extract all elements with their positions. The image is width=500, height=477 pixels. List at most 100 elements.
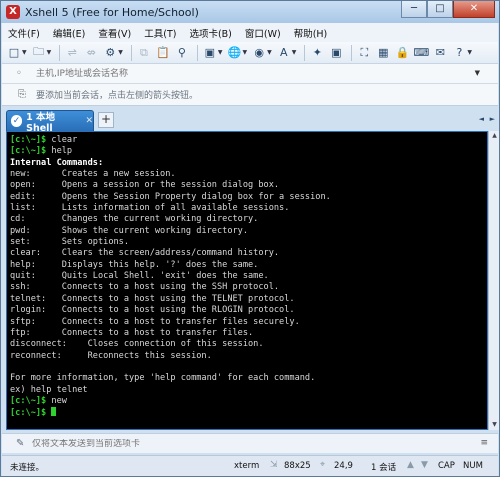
color-scheme-icon[interactable]: ◉	[251, 45, 267, 61]
help-command-list: new: Creates a new session. open: Opens a…	[10, 169, 487, 362]
toolbar: □ ▼ 🗀 ▼ ⇌ ⇎ ⚙ ▼ ⧉ 📋 ⚲ ▣ ▼ 🌐 ▼ ◉ ▼ A ▼ ✦ ▣ ⛶ ▦ 🔒…	[2, 42, 498, 64]
help-example: ex) help telnet	[10, 384, 88, 395]
xshell-window: X Xshell 5 (Free for Home/School) ─ □ ✕ …	[0, 0, 500, 477]
help-row-command: quit:	[10, 271, 62, 282]
help-row-description: Connects to a host using the SSH protoco…	[61, 282, 280, 293]
tab-bar: ✓ 1 本地Shell ✕ + ◄ ►	[2, 107, 498, 134]
disconnect-icon[interactable]: ⇎	[83, 45, 99, 61]
open-dropdown-icon[interactable]: ▼	[47, 49, 52, 56]
tunneling-icon[interactable]: ▣	[328, 45, 344, 61]
terminal-current-prompt: [c:\~]$	[10, 407, 487, 418]
minimize-button[interactable]: ─	[401, 1, 427, 18]
menu-window[interactable]: 窗口(W)	[245, 26, 281, 40]
help-row-description: Shows the current working directory.	[61, 225, 249, 236]
help-row-command: pwd:	[10, 225, 62, 236]
host-address-input[interactable]	[36, 65, 476, 82]
toolbar-divider	[196, 44, 198, 61]
menu-help[interactable]: 帮助(H)	[294, 26, 328, 40]
close-button[interactable]: ✕	[453, 1, 495, 18]
cursor-position-icon: ⌖	[320, 460, 326, 470]
menu-bar: 文件(F) 编辑(E) 查看(V) 工具(T) 选项卡(B) 窗口(W) 帮助(…	[2, 23, 498, 42]
session-bar-icon[interactable]: ⎘	[18, 89, 32, 100]
toolbar-divider	[304, 44, 306, 61]
terminal-scrollbar[interactable]: ▲ ▼	[488, 131, 499, 430]
globe-icon[interactable]: 🌐	[227, 45, 243, 61]
menu-tab[interactable]: 选项卡(B)	[189, 26, 231, 40]
compose-menu-icon[interactable]: ≡	[480, 438, 488, 448]
scroll-up-icon[interactable]: ▲	[490, 131, 499, 141]
help-row-description: Opens the Session Property dialog box fo…	[61, 191, 331, 202]
session-count: 1 会话	[371, 463, 397, 473]
lock-icon[interactable]: 🔒	[394, 45, 410, 61]
font-icon[interactable]: A	[276, 45, 292, 61]
find-icon[interactable]: ⚲	[174, 45, 190, 61]
help-row-command: rlogin:	[10, 305, 62, 316]
help-row-command: reconnect:	[10, 350, 88, 361]
help-row-description: Reconnects this session.	[87, 350, 212, 361]
tab-close-icon[interactable]: ✕	[85, 116, 93, 126]
address-bar: ◦ ▼	[2, 64, 498, 84]
tab-status-icon: ✓	[11, 115, 23, 127]
help-row-description: Connects to a host to transfer files sec…	[61, 316, 300, 327]
copy-icon[interactable]: ⧉	[136, 45, 152, 61]
tab-prev-icon[interactable]: ◄	[479, 115, 484, 123]
help-row: set: Sets options.	[10, 237, 487, 248]
tab-local-shell[interactable]: ✓ 1 本地Shell ✕	[6, 110, 94, 134]
menu-file[interactable]: 文件(F)	[8, 26, 40, 40]
help-row: open: Opens a session or the session dia…	[10, 180, 487, 191]
help-row-command: set:	[10, 237, 62, 248]
xftp-icon[interactable]: ✦	[309, 45, 325, 61]
help-row: cd: Changes the current working director…	[10, 214, 487, 225]
open-folder-icon[interactable]: 🗀	[31, 45, 47, 61]
scroll-up-status-icon[interactable]: ▲	[407, 460, 414, 470]
cursor-position: 24,9	[334, 461, 353, 471]
new-session-dropdown-icon[interactable]: ▼	[22, 49, 27, 56]
properties-dropdown-icon[interactable]: ▼	[118, 49, 123, 56]
globe-dropdown-icon[interactable]: ▼	[243, 49, 248, 56]
menu-tools[interactable]: 工具(T)	[144, 26, 176, 40]
maximize-button[interactable]: □	[427, 1, 453, 18]
help-row: list: Lists information of all available…	[10, 203, 487, 214]
keyboard-icon[interactable]: ⌨	[413, 45, 429, 61]
terminal-output[interactable]: [c:\~]$ clear [c:\~]$ help Internal Comm…	[6, 131, 488, 430]
help-row: new: Creates a new session.	[10, 169, 487, 180]
layout-icon[interactable]: ▦	[375, 45, 391, 61]
help-row-command: list:	[10, 203, 62, 214]
scroll-down-icon[interactable]: ▼	[490, 420, 499, 430]
fullscreen-icon[interactable]: ▣	[202, 45, 218, 61]
compose-input[interactable]	[32, 438, 432, 449]
help-row-command: telnet:	[10, 293, 62, 304]
menu-edit[interactable]: 编辑(E)	[53, 26, 85, 40]
session-hint-bar: ⎘ 要添加当前会话，点击左侧的箭头按钮。	[2, 84, 498, 106]
compose-bar-icon[interactable]: ✎	[16, 438, 28, 449]
color-dropdown-icon[interactable]: ▼	[267, 49, 272, 56]
help-row-description: Connects to a host using the TELNET prot…	[61, 293, 295, 304]
help-row: quit: Quits Local Shell. 'exit' does the…	[10, 271, 487, 282]
help-icon[interactable]: ?	[451, 45, 467, 61]
help-row: ftp: Connects to a host to transfer file…	[10, 328, 487, 339]
help-row-description: Clears the screen/address/command histor…	[61, 248, 280, 259]
session-properties-icon[interactable]: ⚙	[102, 45, 118, 61]
new-session-icon[interactable]: □	[6, 45, 22, 61]
font-dropdown-icon[interactable]: ▼	[292, 49, 297, 56]
scroll-down-status-icon[interactable]: ▼	[421, 460, 428, 470]
help-row: ssh: Connects to a host using the SSH pr…	[10, 282, 487, 293]
fit-window-icon[interactable]: ⛶	[356, 45, 372, 61]
paste-icon[interactable]: 📋	[155, 45, 171, 61]
connect-icon[interactable]: ⇌	[64, 45, 80, 61]
tab-label: 1 本地Shell	[26, 111, 56, 134]
tab-next-icon[interactable]: ►	[490, 115, 495, 123]
menu-view[interactable]: 查看(V)	[98, 26, 131, 40]
help-dropdown-icon[interactable]: ▼	[467, 49, 472, 56]
chat-icon[interactable]: ✉	[432, 45, 448, 61]
help-row-description: Creates a new session.	[61, 169, 176, 180]
window-title: Xshell 5 (Free for Home/School)	[25, 5, 199, 19]
terminal-cursor	[51, 407, 57, 417]
num-lock-indicator: NUM	[463, 461, 483, 471]
help-row-command: clear:	[10, 248, 62, 259]
fullscreen-dropdown-icon[interactable]: ▼	[218, 49, 223, 56]
add-tab-button[interactable]: +	[98, 112, 114, 128]
help-row-command: cd:	[10, 214, 62, 225]
address-dropdown-icon[interactable]: ▼	[475, 69, 480, 77]
